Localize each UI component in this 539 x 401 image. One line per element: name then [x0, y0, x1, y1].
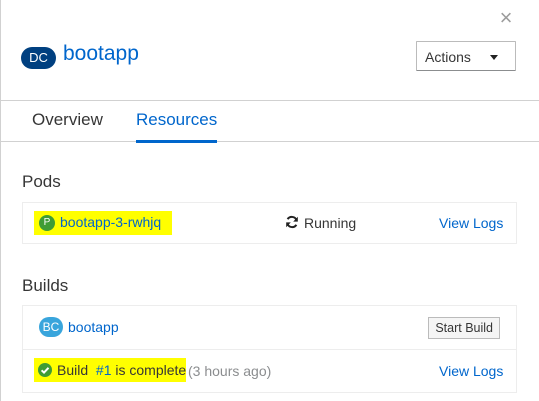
refresh-icon: [285, 215, 299, 229]
pods-section-title: Pods: [22, 172, 61, 191]
pod-view-logs-link[interactable]: View Logs: [439, 215, 503, 231]
pod-row: P bootapp-3-rwhjq Running View Logs: [23, 203, 516, 243]
panel-header: DC bootapp Actions: [1, 0, 539, 100]
pod-name-highlight: P bootapp-3-rwhjq: [34, 211, 172, 235]
pod-name-link[interactable]: bootapp-3-rwhjq: [60, 214, 161, 230]
build-config-name-link[interactable]: bootapp: [68, 319, 119, 335]
builds-list: BC bootapp Start Build Build #1 is compl…: [22, 305, 517, 393]
tab-bar: Overview Resources: [1, 100, 539, 143]
build-label: Build: [57, 362, 89, 378]
build-time-ago: (3 hours ago): [188, 363, 272, 379]
active-tab-indicator: [136, 140, 218, 143]
latest-build-row: Build #1 is complete (3 hours ago) View …: [23, 350, 516, 392]
build-status-text: Build #1 is complete: [57, 362, 186, 378]
build-view-logs-link[interactable]: View Logs: [439, 363, 503, 379]
actions-dropdown-button[interactable]: Actions: [416, 41, 516, 71]
deployment-config-title-link[interactable]: bootapp: [63, 42, 139, 66]
build-config-row: BC bootapp Start Build: [23, 306, 516, 350]
build-number-link[interactable]: #1: [96, 362, 112, 378]
tab-overview[interactable]: Overview: [32, 110, 103, 130]
tab-resources[interactable]: Resources: [136, 110, 218, 143]
pod-badge: P: [39, 215, 55, 231]
tab-resources-label: Resources: [136, 110, 218, 129]
actions-label: Actions: [425, 49, 471, 65]
build-status-highlight: Build #1 is complete: [34, 358, 186, 382]
build-complete-text: is complete: [115, 362, 187, 378]
caret-down-icon: [490, 55, 498, 60]
resource-sidebar-panel: × DC bootapp Actions Overview Resources …: [0, 0, 539, 401]
deployment-config-badge: DC: [21, 47, 56, 69]
pods-list: P bootapp-3-rwhjq Running View Logs: [22, 202, 517, 244]
check-circle-icon: [38, 363, 52, 377]
start-build-button[interactable]: Start Build: [428, 317, 500, 339]
build-config-badge: BC: [39, 317, 63, 337]
builds-section-title: Builds: [22, 276, 69, 295]
pod-status-text: Running: [304, 215, 357, 231]
